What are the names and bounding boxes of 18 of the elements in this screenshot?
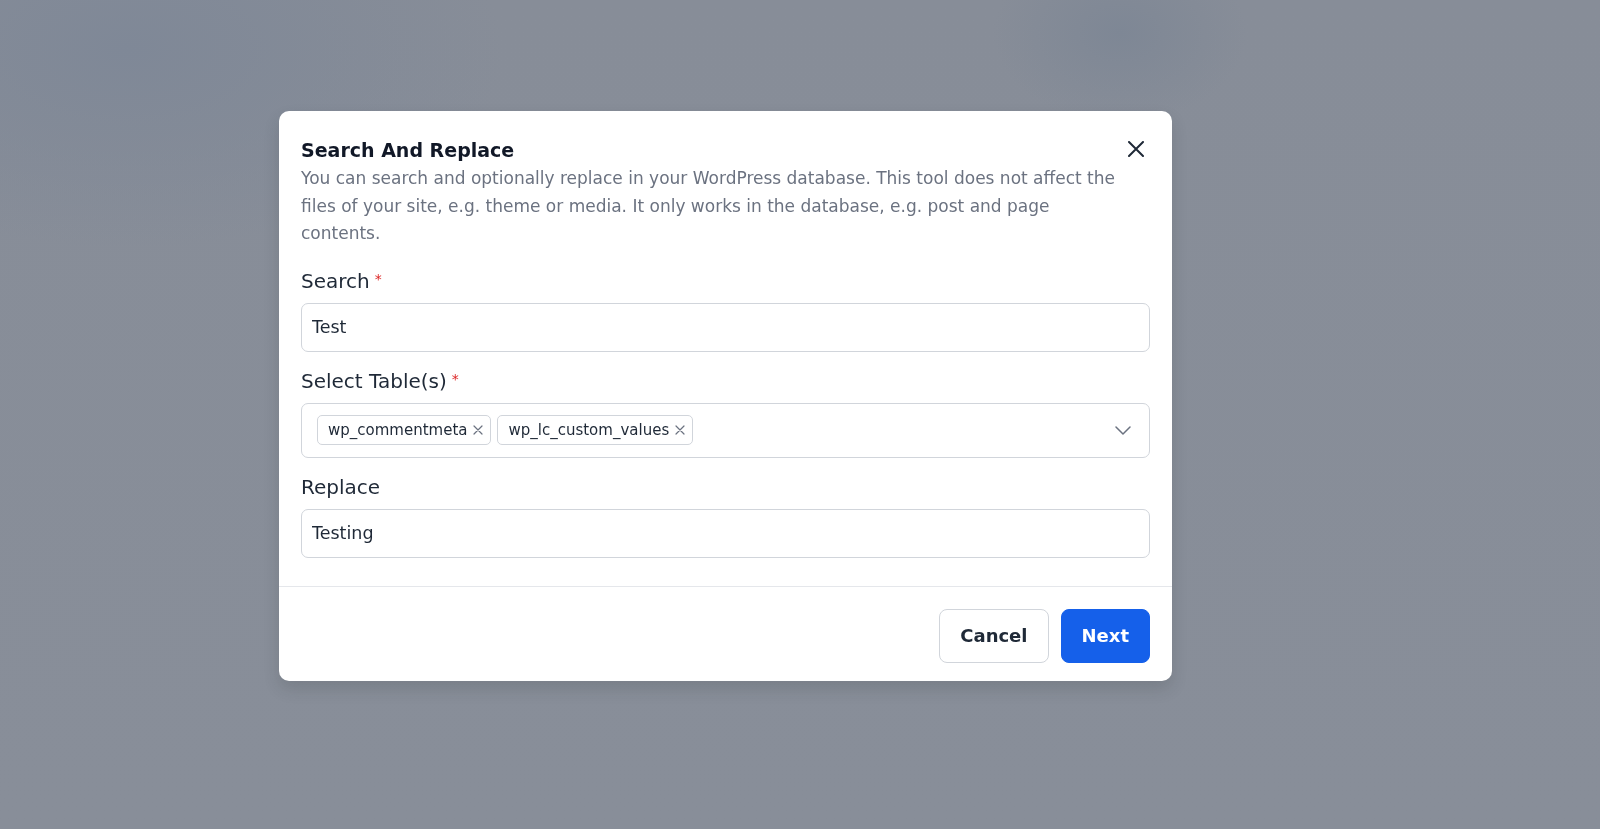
multi-select-field[interactable]: wp_commentmeta wp_lc_custom_values [301,402,1150,458]
required-mark: * [451,369,459,389]
selected-tag[interactable]: wp_commentmeta [317,415,492,445]
next-button[interactable]: Next [1060,608,1150,663]
tag-label: wp_lc_custom_values [508,420,670,440]
dialog-title: Search And Replace [301,138,516,162]
required-mark: * [374,269,382,289]
tag-label: wp_commentmeta [328,420,468,440]
text-input[interactable]: Testing [301,508,1150,558]
close-icon[interactable] [1128,141,1144,157]
field-label: Search [301,267,370,294]
field-label: Replace [301,473,381,500]
text-input[interactable]: Test [301,302,1150,352]
selected-tag[interactable]: wp_lc_custom_values [497,415,694,445]
cancel-button[interactable]: Cancel [939,608,1049,663]
chevron-down-icon[interactable] [1115,425,1131,435]
field-label: Select Table(s) [301,367,447,394]
dialog-description: You can search and optionally replace in your WordPress database. This tool does not affect the files of your site, e.g. theme or media. It only works in the database, e.g. post and page contents. [301,167,1116,245]
